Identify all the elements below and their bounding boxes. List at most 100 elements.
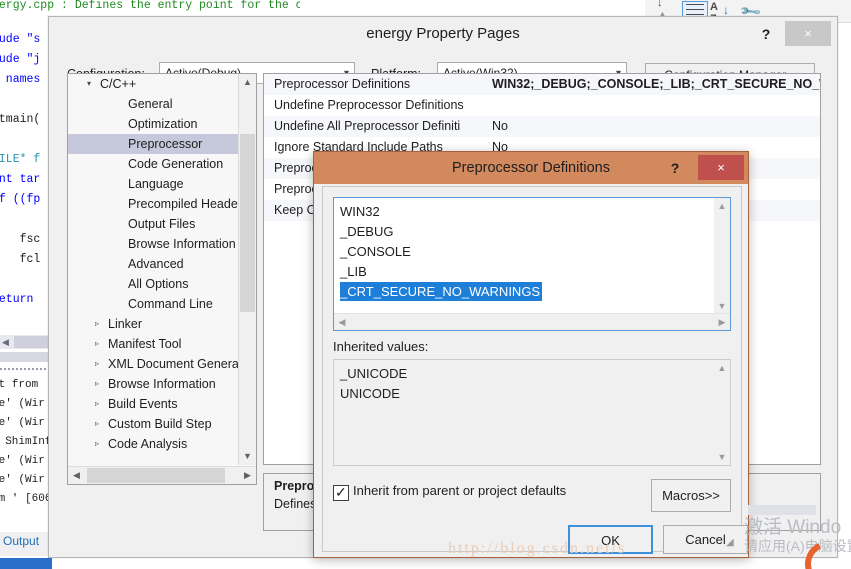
twisty-expanded-icon[interactable]: ▾ xyxy=(82,74,96,94)
resize-grip-icon[interactable]: ◢ xyxy=(726,537,738,549)
tree-item-label: Linker xyxy=(108,317,143,331)
code-line: lude "j xyxy=(0,53,41,66)
tree-item-code-generation[interactable]: Code Generation xyxy=(68,154,238,174)
scrollbar-thumb[interactable] xyxy=(87,468,225,483)
code-line: g names xyxy=(5,73,41,86)
checkmark-icon: ✓ xyxy=(335,484,347,500)
sort-arrow-icon: ↓ xyxy=(723,3,729,17)
tree-item-all-options[interactable]: All Options xyxy=(68,274,238,294)
twisty-collapsed-icon[interactable]: ▹ xyxy=(90,314,104,334)
code-line: if ((fp xyxy=(0,193,41,206)
editor-separator xyxy=(0,352,52,362)
tree-item-label: Browse Information xyxy=(108,377,216,391)
table-row[interactable]: Preprocessor Definitions WIN32;_DEBUG;_C… xyxy=(264,74,820,95)
tree-item-precompiled-headers[interactable]: Precompiled Headers xyxy=(68,194,238,214)
tree-item-label: Code Generation xyxy=(128,157,224,171)
tree-item-label: Custom Build Step xyxy=(108,417,212,431)
scroll-up-icon[interactable]: ▲ xyxy=(239,74,256,91)
help-button[interactable]: ? xyxy=(753,17,779,51)
twisty-collapsed-icon[interactable]: ▹ xyxy=(90,334,104,354)
scroll-left-icon[interactable]: ◀ xyxy=(2,337,12,347)
twisty-collapsed-icon[interactable]: ▹ xyxy=(90,434,104,454)
code-line: int tar xyxy=(0,173,41,186)
scroll-down-icon[interactable]: ▼ xyxy=(239,448,256,465)
tree-item-label: Optimization xyxy=(128,117,198,131)
property-name: Preprocessor Definitions xyxy=(274,77,411,91)
twisty-collapsed-icon[interactable]: ▹ xyxy=(90,394,104,414)
tree-item-optimization[interactable]: Optimization xyxy=(68,114,238,134)
code-line: } xyxy=(0,270,40,290)
scroll-down-icon[interactable]: ▼ xyxy=(714,449,730,465)
tree-item-label: Command Line xyxy=(128,297,213,311)
tree-item-label: General xyxy=(128,97,173,111)
code-line: FILE* f xyxy=(0,153,41,166)
arrow-down-icon[interactable]: ↓ xyxy=(657,0,663,9)
tree-horizontal-scrollbar[interactable]: ◀ ▶ xyxy=(68,466,256,484)
tree-item-language[interactable]: Language xyxy=(68,174,238,194)
close-button[interactable]: × xyxy=(785,21,831,46)
definition-line[interactable]: _CONSOLE xyxy=(334,242,712,262)
definition-line[interactable]: WIN32 xyxy=(334,202,712,222)
twisty-collapsed-icon[interactable]: ▹ xyxy=(90,354,104,374)
table-row[interactable]: Undefine Preprocessor Definitions xyxy=(264,95,820,116)
tree-item-linker[interactable]: ▹ Linker xyxy=(68,314,238,334)
tree-item-advanced[interactable]: Advanced xyxy=(68,254,238,274)
tree-item-output-files[interactable]: Output Files xyxy=(68,214,238,234)
tree-item-label: Manifest Tool xyxy=(108,337,182,351)
tree-item-manifest-tool[interactable]: ▹ Manifest Tool xyxy=(68,334,238,354)
output-line: xe' (Wir xyxy=(0,398,45,410)
table-row[interactable]: Undefine All Preprocessor Definiti No xyxy=(264,116,820,137)
scroll-down-icon[interactable]: ▼ xyxy=(714,298,730,314)
code-line: fsc xyxy=(19,233,41,246)
tree-item-label: Language xyxy=(128,177,184,191)
scroll-right-icon[interactable]: ▶ xyxy=(239,467,256,484)
output-pane[interactable]: ut from xe' (Wir xe' (Wir ShimInf xe' (W… xyxy=(0,372,52,532)
definition-line[interactable]: _LIB xyxy=(334,262,712,282)
scroll-up-icon[interactable]: ▲ xyxy=(714,198,730,214)
property-pages-titlebar: energy Property Pages ? × xyxy=(49,17,837,51)
code-line: lude "s xyxy=(0,33,41,46)
definition-line[interactable]: _DEBUG xyxy=(334,222,712,242)
tree-item-preprocessor[interactable]: Preprocessor xyxy=(68,134,238,154)
definition-line-selected[interactable]: _CRT_SECURE_NO_WARNINGS xyxy=(340,282,543,301)
inherit-checkbox[interactable]: ✓ xyxy=(333,484,349,501)
scroll-left-icon[interactable]: ◀ xyxy=(68,467,85,484)
tab-output[interactable]: Output xyxy=(3,534,39,548)
inherited-vertical-scrollbar[interactable]: ▲ ▼ xyxy=(714,360,730,465)
settings-tree[interactable]: ▾ C/C++ General Optimization Preprocessor… xyxy=(67,73,257,485)
definitions-horizontal-scrollbar[interactable]: ◀ ▶ xyxy=(334,313,730,330)
tree-item-label: All Options xyxy=(128,277,189,291)
tree-item-browse-information[interactable]: ▹ Browse Information xyxy=(68,374,238,394)
tree-vertical-scrollbar[interactable]: ▲ ▼ xyxy=(238,74,256,465)
scroll-left-icon[interactable]: ◀ xyxy=(334,314,350,330)
tree-item-code-analysis[interactable]: ▹ Code Analysis xyxy=(68,434,238,454)
definitions-vertical-scrollbar[interactable]: ▲ ▼ xyxy=(714,198,730,314)
tree-item-browse-information-cpp[interactable]: Browse Information xyxy=(68,234,238,254)
tree-item-general[interactable]: General xyxy=(68,94,238,114)
tree-item-xml-document-generator[interactable]: ▹ XML Document Generator xyxy=(68,354,238,374)
tree-item-custom-build-step[interactable]: ▹ Custom Build Step xyxy=(68,414,238,434)
property-name: Undefine Preprocessor Definitions xyxy=(274,98,464,112)
output-line: xe' (Wir xyxy=(0,474,45,486)
ok-button[interactable]: OK xyxy=(568,525,653,554)
twisty-collapsed-icon[interactable]: ▹ xyxy=(90,414,104,434)
scroll-right-icon[interactable]: ▶ xyxy=(714,314,730,330)
definitions-editor[interactable]: WIN32 _DEBUG _CONSOLE _LIB _CRT_SECURE_N… xyxy=(333,197,731,331)
tree-item-label: Preprocessor xyxy=(128,137,203,151)
tree-item-label: Browse Information xyxy=(128,237,236,251)
inherit-checkbox-label[interactable]: Inherit from parent or project defaults xyxy=(353,483,566,498)
scrollbar-thumb[interactable] xyxy=(14,336,52,348)
tree-item-label: XML Document Generator xyxy=(108,357,238,371)
help-button[interactable]: ? xyxy=(664,152,686,184)
tree-item-c-cpp[interactable]: ▾ C/C++ xyxy=(68,74,238,94)
close-button[interactable]: × xyxy=(698,155,744,180)
window-accent-bar xyxy=(0,558,52,569)
scrollbar-thumb[interactable] xyxy=(240,134,255,312)
taskbar-fragment xyxy=(748,505,816,515)
tree-item-build-events[interactable]: ▹ Build Events xyxy=(68,394,238,414)
scroll-up-icon[interactable]: ▲ xyxy=(714,360,730,376)
twisty-collapsed-icon[interactable]: ▹ xyxy=(90,374,104,394)
tree-item-command-line[interactable]: Command Line xyxy=(68,294,238,314)
macros-button[interactable]: Macros>> xyxy=(651,479,731,512)
